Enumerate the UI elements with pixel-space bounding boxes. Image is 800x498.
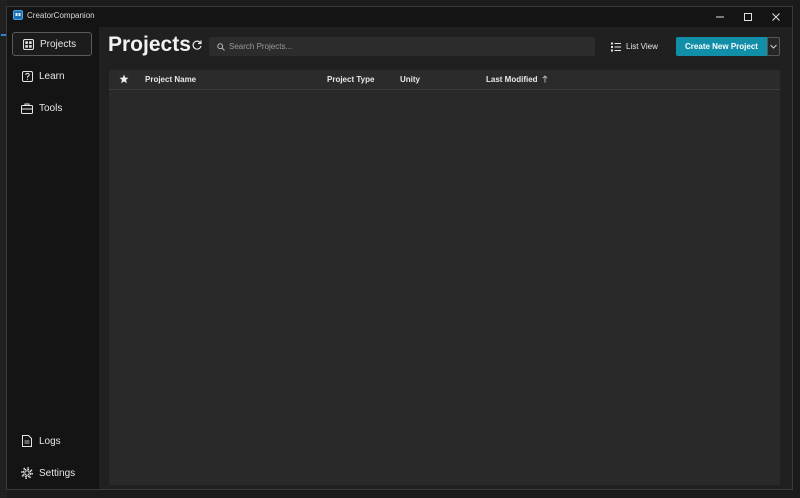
column-header-project-name[interactable]: Project Name: [145, 75, 196, 84]
star-icon[interactable]: [119, 74, 129, 84]
search-icon: [217, 42, 225, 51]
app-window: CreatorCompanion Projects Learn Tools Lo…: [6, 6, 793, 490]
search-box[interactable]: [209, 37, 595, 56]
maximize-icon: [744, 13, 752, 21]
column-header-unity[interactable]: Unity: [400, 75, 420, 84]
sidebar-item-label: Logs: [39, 435, 61, 447]
sidebar-item-label: Projects: [40, 38, 77, 50]
close-button[interactable]: [760, 8, 792, 26]
table-header: Project Name Project Type Unity Last Mod…: [109, 70, 780, 90]
create-new-project-button[interactable]: Create New Project: [676, 37, 767, 56]
sidebar-item-label: Tools: [39, 102, 63, 114]
grid-icon: [22, 38, 34, 50]
toolbox-icon: [21, 102, 33, 114]
column-header-project-type[interactable]: Project Type: [327, 75, 374, 84]
column-header-label: Last Modified: [486, 75, 538, 84]
list-view-label: List View: [626, 42, 658, 51]
sidebar-item-tools[interactable]: Tools: [12, 96, 92, 120]
search-input[interactable]: [229, 42, 589, 51]
page-title: Projects: [108, 33, 191, 56]
sidebar-item-projects[interactable]: Projects: [12, 32, 92, 56]
list-icon: [611, 42, 621, 52]
app-logo-icon: [13, 10, 23, 20]
projects-table: Project Name Project Type Unity Last Mod…: [109, 70, 780, 485]
list-view-toggle[interactable]: List View: [611, 39, 658, 54]
title-bar: CreatorCompanion: [7, 7, 792, 27]
window-title: CreatorCompanion: [27, 11, 95, 20]
column-header-last-modified[interactable]: Last Modified: [486, 75, 548, 84]
question-icon: [21, 70, 33, 82]
create-project-dropdown-button[interactable]: [767, 37, 780, 56]
sidebar-item-logs[interactable]: Logs: [12, 429, 92, 453]
refresh-icon[interactable]: [191, 39, 203, 51]
sidebar-item-label: Settings: [39, 467, 76, 479]
sort-ascending-icon: [542, 75, 548, 83]
minimize-icon: [716, 16, 724, 18]
main-content: Projects List View Create New Project: [99, 27, 792, 489]
sidebar-item-learn[interactable]: Learn: [12, 64, 92, 88]
sidebar-item-settings[interactable]: Settings: [12, 461, 92, 485]
document-icon: [21, 435, 33, 447]
sidebar-item-label: Learn: [39, 70, 65, 82]
chevron-down-icon: [770, 44, 777, 49]
gear-icon: [21, 467, 33, 479]
close-icon: [772, 13, 780, 21]
sidebar: Projects Learn Tools Logs Settings: [7, 27, 99, 489]
